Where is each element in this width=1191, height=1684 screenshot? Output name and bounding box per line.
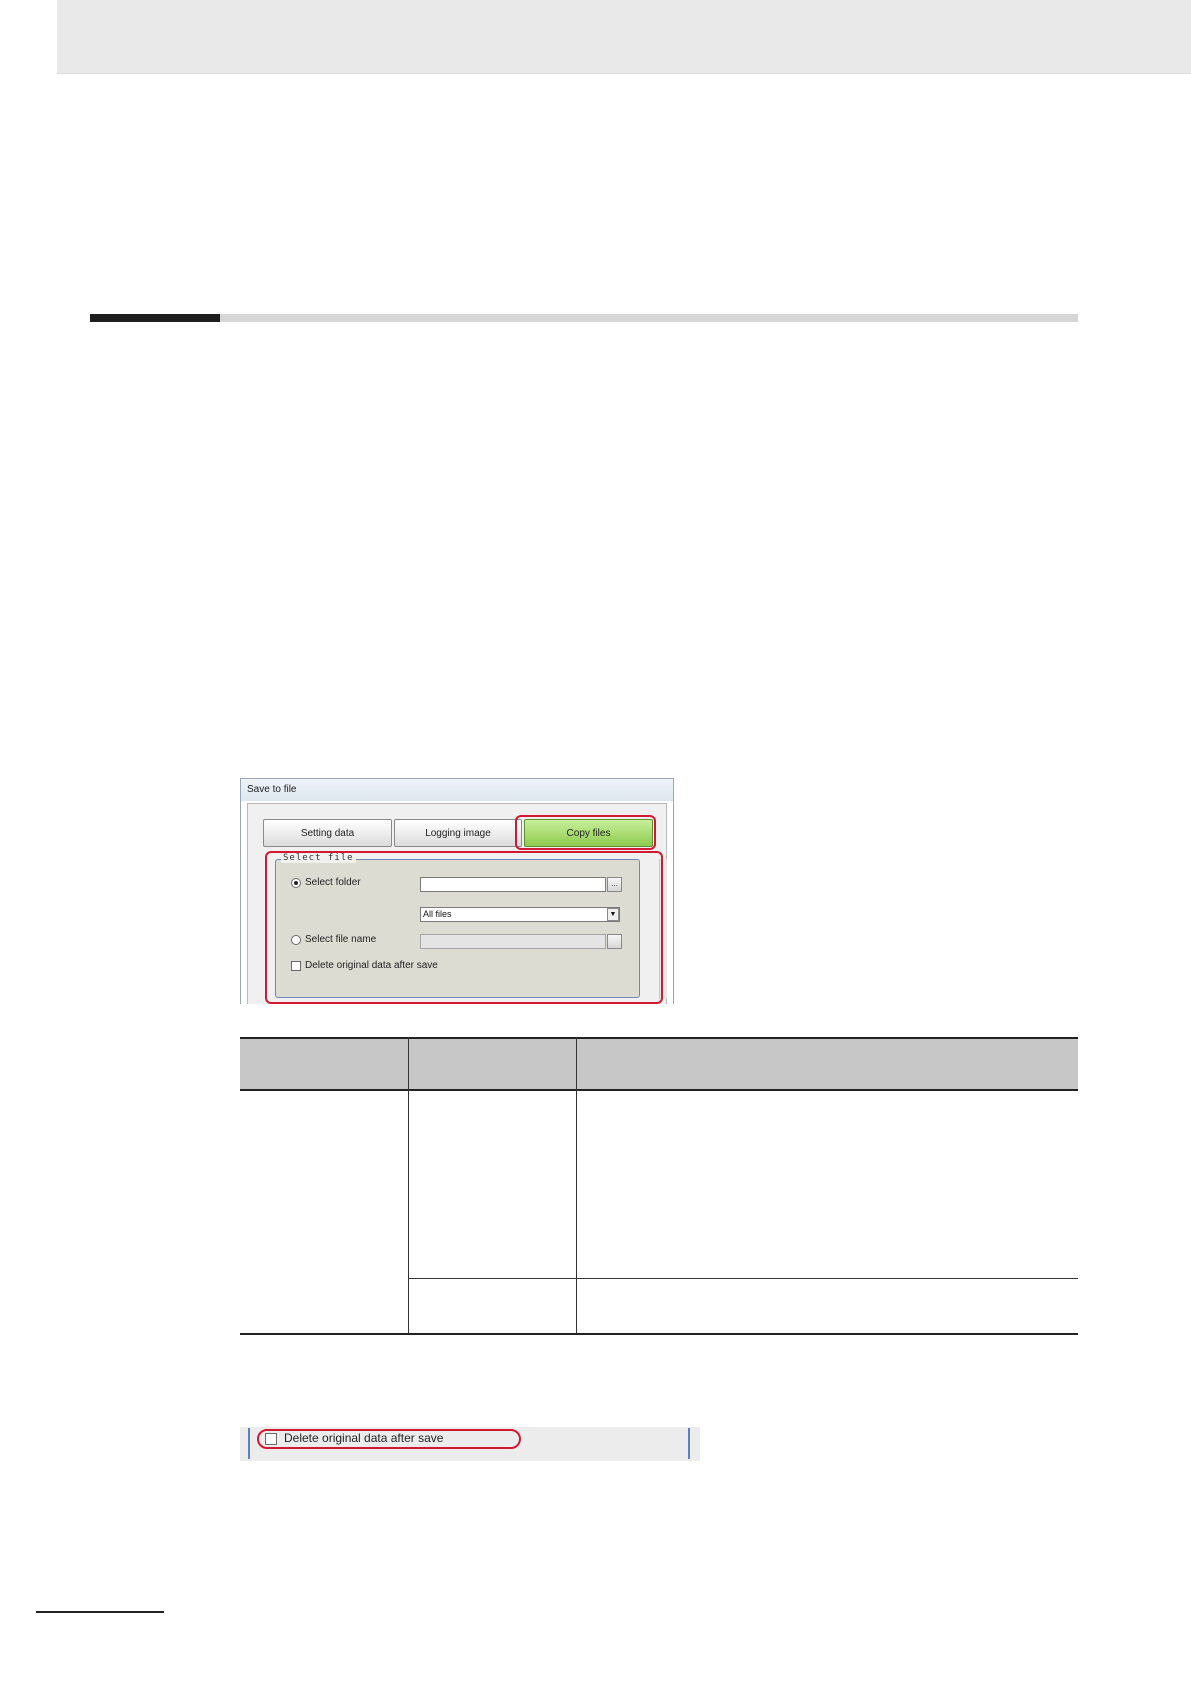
save-to-file-dialog: Save to file Setting data Logging image … [240,778,674,1004]
page-header-band [57,0,1191,74]
tab-setting-data[interactable]: Setting data [263,819,392,847]
tab-logging-image-label: Logging image [425,827,491,839]
footer-rule [36,1611,164,1613]
tab-logging-image[interactable]: Logging image [394,819,522,847]
table-header-row [240,1037,1078,1091]
tab-setting-data-label: Setting data [300,827,355,839]
settings-table [240,1037,1078,1335]
strip-highlight [257,1429,521,1449]
delete-original-strip: Delete original data after save [240,1427,700,1461]
dialog-titlebar: Save to file [241,779,673,801]
select-file-highlight [265,851,663,1004]
table-column-divider [576,1037,577,1335]
table-row-divider [408,1278,1078,1279]
dialog-title: Save to file [247,784,297,795]
strip-left-border [248,1428,250,1459]
table-column-divider [408,1037,409,1335]
copy-files-highlight [515,815,656,850]
strip-right-border [688,1428,690,1459]
section-heading-rule [90,314,1078,322]
table-bottom-rule [240,1333,1078,1335]
section-heading-accent [90,314,220,322]
